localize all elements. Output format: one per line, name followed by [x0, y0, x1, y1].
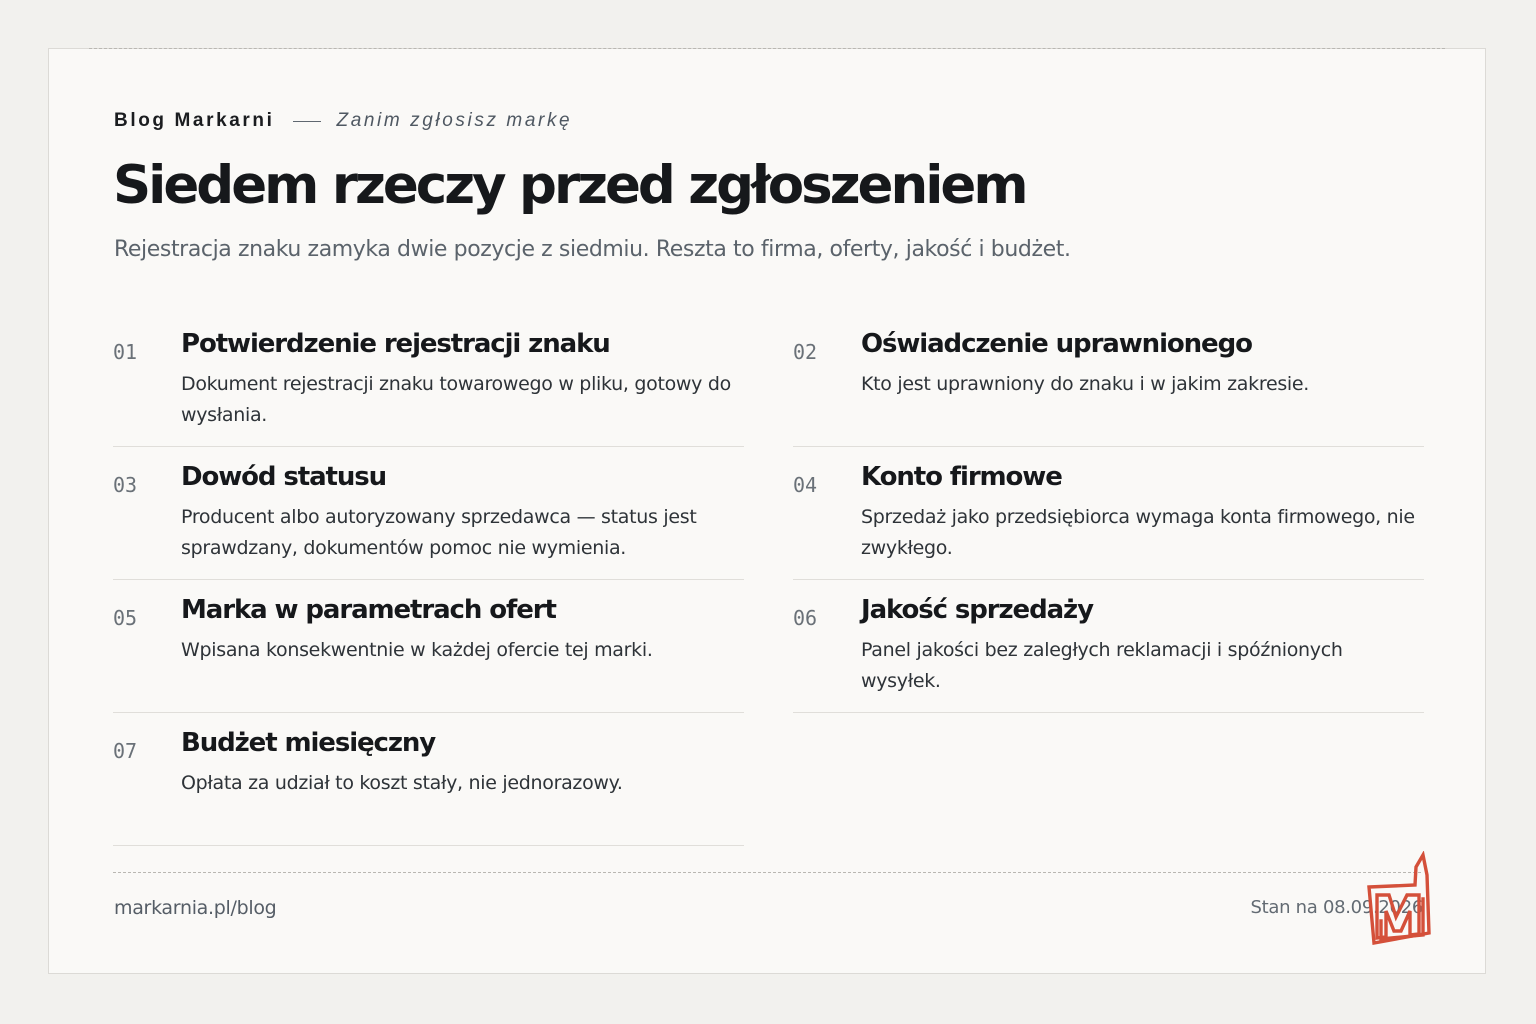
page-subtitle: Rejestracja znaku zamyka dwie pozycje z …: [114, 237, 1071, 262]
kicker: Blog Markarni Zanim zgłosisz markę: [114, 109, 572, 133]
item-description: Panel jakości bez zaległych reklamacji i…: [861, 639, 1343, 692]
item-description: Kto jest uprawniony do znaku i w jakim z…: [861, 373, 1310, 395]
topic-label: Zanim zgłosisz markę: [336, 110, 573, 131]
item-title: Potwierdzenie rejestracji znaku: [181, 329, 611, 359]
blog-brand[interactable]: Blog Markarni: [114, 109, 275, 133]
item-number: 02: [793, 340, 818, 364]
item-description: Wpisana konsekwentnie w każdej ofercie t…: [181, 639, 653, 661]
page-title: Siedem rzeczy przed zgłoszeniem: [113, 155, 1029, 216]
item-title: Marka w parametrach ofert: [181, 595, 557, 625]
kicker-separator: [292, 120, 321, 122]
footer-dashed-divider: [113, 872, 1421, 873]
item-title: Jakość sprzedaży: [861, 595, 1094, 625]
markarnia-m-logo-icon: [1367, 851, 1431, 946]
checklist-item: 01 Potwierdzenie rejestracji znaku Dokum…: [113, 314, 744, 447]
item-description: Dokument rejestracji znaku towarowego w …: [181, 373, 731, 426]
footer-blog-link[interactable]: markarnia.pl/blog: [114, 894, 277, 922]
item-number: 01: [113, 340, 138, 364]
checklist-item: 03 Dowód statusu Producent albo autoryzo…: [113, 447, 744, 580]
item-title: Konto firmowe: [861, 462, 1063, 492]
item-number: 05: [113, 606, 138, 630]
article-card: Blog Markarni Zanim zgłosisz markę Siede…: [48, 48, 1486, 974]
checklist-item: 02 Oświadczenie uprawnionego Kto jest up…: [793, 314, 1424, 447]
date-prefix: Stan na: [1250, 897, 1318, 918]
item-title: Oświadczenie uprawnionego: [861, 329, 1253, 359]
checklist-item: 07 Budżet miesięczny Opłata za udział to…: [113, 713, 744, 846]
item-description: Producent albo autoryzowany sprzedawca —…: [181, 506, 697, 559]
item-number: 03: [113, 473, 138, 497]
item-title: Dowód statusu: [181, 462, 387, 492]
item-number: 06: [793, 606, 818, 630]
item-description: Opłata za udział to koszt stały, nie jed…: [181, 772, 623, 794]
logo-m-letter: [1375, 893, 1421, 940]
checklist-item: 04 Konto firmowe Sprzedaż jako przedsięb…: [793, 447, 1424, 580]
item-number: 07: [113, 739, 138, 763]
checklist-item: 06 Jakość sprzedaży Panel jakości bez za…: [793, 580, 1424, 713]
checklist-item: 05 Marka w parametrach ofert Wpisana kon…: [113, 580, 744, 713]
top-dashed-divider: [89, 48, 1445, 49]
item-title: Budżet miesięczny: [181, 728, 436, 758]
item-number: 04: [793, 473, 818, 497]
item-description: Sprzedaż jako przedsiębiorca wymaga kont…: [861, 506, 1415, 559]
